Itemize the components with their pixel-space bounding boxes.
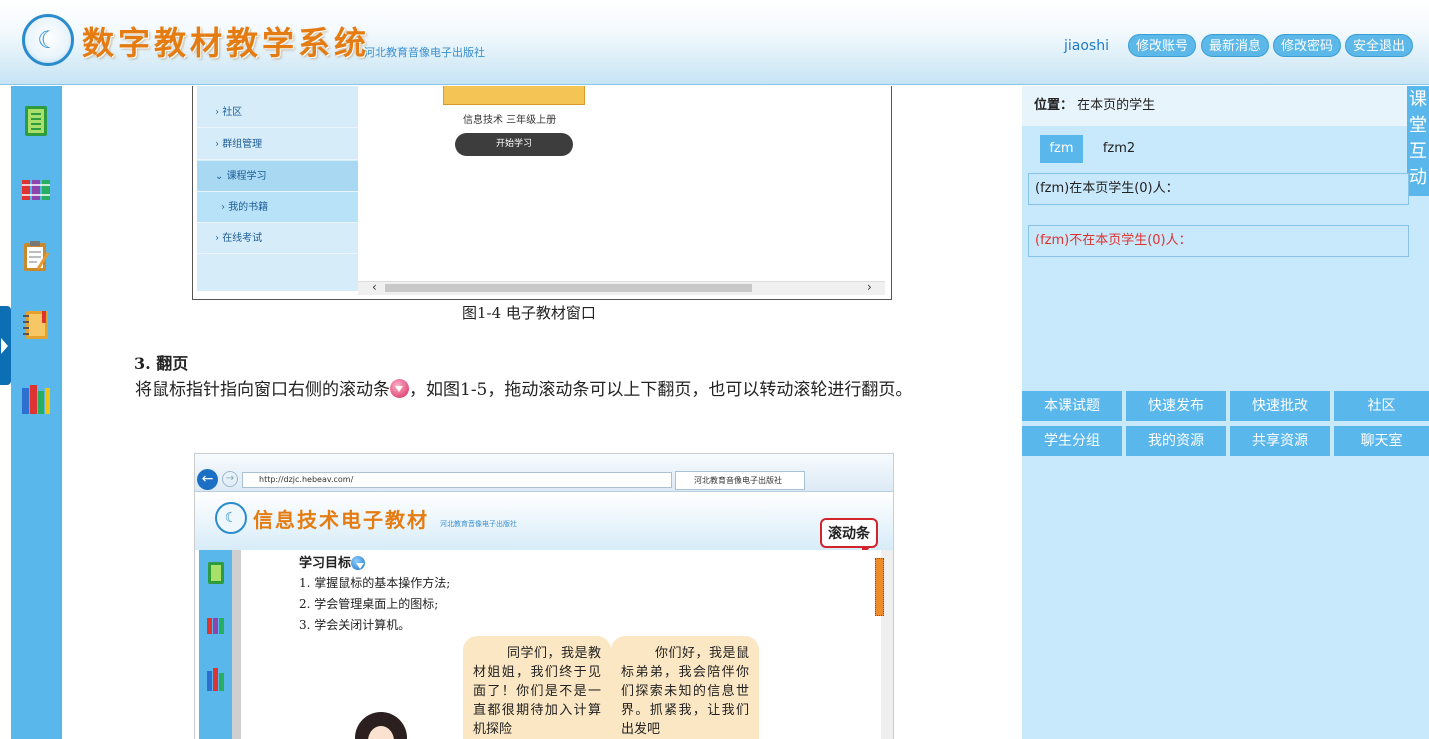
books-icon[interactable]	[20, 382, 52, 416]
tab-fzm[interactable]: fzm	[1040, 135, 1083, 163]
logout-button[interactable]: 安全退出	[1345, 34, 1414, 57]
students-absent-box: (fzm)不在本页学生(0)人：	[1028, 225, 1409, 257]
book-name: 信息技术 三年级上册	[463, 115, 557, 126]
publisher-subtitle: 河北教育音像电子出版社	[364, 46, 485, 59]
ebook-sidebar	[199, 550, 232, 739]
username[interactable]: jiaoshi	[1064, 38, 1109, 54]
shared-resources-button[interactable]: 共享资源	[1230, 426, 1330, 456]
nav-item-groups: › 群组管理	[197, 129, 358, 160]
chat-room-button[interactable]: 聊天室	[1334, 426, 1429, 456]
lesson-quiz-button[interactable]: 本课试题	[1022, 391, 1122, 421]
logo-icon: ☾	[22, 14, 74, 66]
goal-item: 1. 掌握鼠标的基本操作方法;	[299, 576, 451, 590]
quick-grade-button[interactable]: 快速批改	[1230, 391, 1330, 421]
chevron-left-icon: ‹	[372, 280, 377, 294]
scrollbar-callout: 滚动条	[820, 518, 878, 557]
left-edge	[0, 86, 11, 739]
figure-nav: › 社区 › 群组管理 ⌄ 课程学习 › 我的书籍 › 在线考试	[197, 86, 358, 291]
top-header: ☾ 数字教材教学系统 河北教育音像电子出版社 jiaoshi 修改账号 最新消息…	[0, 0, 1429, 85]
notes-icon[interactable]	[20, 104, 52, 138]
notebook-icon[interactable]	[20, 308, 52, 342]
location-bar: 位置： 在本页的学生	[1022, 86, 1407, 126]
chevron-right-icon: ›	[867, 280, 872, 294]
ebook-subtitle: 河北教育音像电子出版社	[440, 520, 517, 528]
change-password-button[interactable]: 修改密码	[1273, 34, 1342, 57]
sidebar-toggle-button[interactable]	[0, 306, 11, 385]
tab-fzm2[interactable]: fzm2	[1096, 135, 1142, 163]
speech-bubble-right: 你们好，我是鼠标弟弟，我会陪伴你们探索未知的信息世界。抓紧我，让我们出发吧	[611, 636, 759, 739]
nav-item-community: › 社区	[197, 97, 358, 128]
browser-toolbar: ← → http://dzjc.hebeav.com/ 河北教育音像电子出版社	[195, 454, 893, 492]
nav-item-my-books: › 我的书籍	[197, 192, 358, 223]
start-learning-button: 开始学习	[455, 133, 573, 156]
my-resources-button[interactable]: 我的资源	[1126, 426, 1226, 456]
speech-bubble-left: 同学们，我是教材姐姐，我们终于见面了！你们是不是一直都很期待加入计算机探险	[463, 636, 611, 739]
ebook-header: ☾ 信息技术电子教材 河北教育音像电子出版社	[195, 492, 893, 550]
goal-arrow-icon	[351, 556, 366, 570]
figure-1-5-screenshot: ← → http://dzjc.hebeav.com/ 河北教育音像电子出版社 …	[194, 453, 894, 739]
app-title: 数字教材教学系统	[82, 24, 371, 62]
ebook-scroll-thumb	[875, 558, 884, 616]
goal-item: 2. 学会管理桌面上的图标;	[299, 597, 439, 611]
quick-publish-button[interactable]: 快速发布	[1126, 391, 1226, 421]
back-icon: ←	[197, 469, 218, 490]
figure-hscroll-thumb	[385, 284, 752, 292]
body-paragraph: 将鼠标指针指向窗口右侧的滚动条 ，如图1-5，拖动滚动条可以上下翻页，也可以转动滚…	[135, 379, 913, 400]
figure-1-4-screenshot: › 社区 › 群组管理 ⌄ 课程学习 › 我的书籍 › 在线考试 信息技术 三年…	[192, 86, 892, 300]
ebook-title: 信息技术电子教材	[253, 508, 429, 532]
clipboard-icon[interactable]	[20, 239, 52, 273]
section-heading: 3. 翻页	[134, 354, 189, 373]
figure-caption: 图1-4 电子教材窗口	[462, 304, 596, 322]
ebook-divider	[232, 550, 241, 739]
browser-tab: 河北教育音像电子出版社	[675, 471, 805, 490]
goal-item: 3. 学会关闭计算机。	[299, 618, 411, 632]
student-groups-button[interactable]: 学生分组	[1022, 426, 1122, 456]
scroll-down-icon	[390, 379, 409, 398]
book-cover	[443, 86, 585, 105]
goal-title: 学习目标	[299, 552, 366, 571]
edit-account-button[interactable]: 修改账号	[1128, 34, 1197, 57]
ebook-logo-icon: ☾	[215, 502, 247, 534]
nav-item-course: ⌄ 课程学习	[197, 161, 358, 192]
nav-item-exam: › 在线考试	[197, 223, 358, 254]
students-present-box: (fzm)在本页学生(0)人：	[1028, 173, 1409, 205]
textbook-page: › 社区 › 群组管理 ⌄ 课程学习 › 我的书籍 › 在线考试 信息技术 三年…	[62, 86, 1022, 739]
bookshelf-icon[interactable]	[20, 172, 52, 206]
forward-icon: →	[222, 471, 238, 487]
classroom-interaction-tab[interactable]: 课堂互动	[1407, 86, 1429, 196]
community-button[interactable]: 社区	[1334, 391, 1429, 421]
address-bar: http://dzjc.hebeav.com/	[242, 472, 672, 488]
left-sidebar	[11, 86, 62, 739]
latest-news-button[interactable]: 最新消息	[1201, 34, 1270, 57]
